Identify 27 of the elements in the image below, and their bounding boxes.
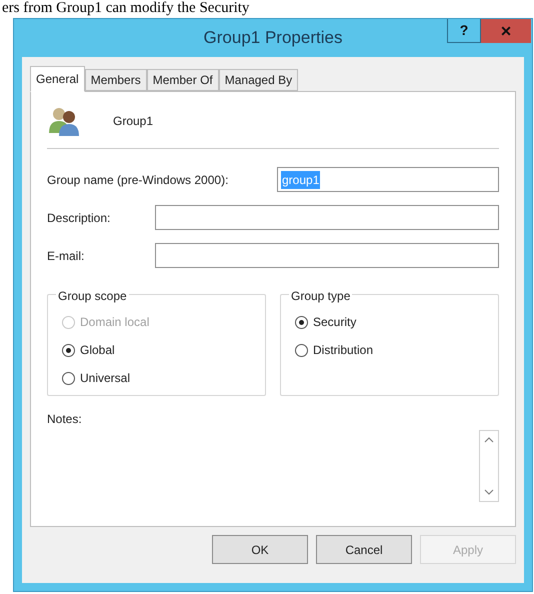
radio-button[interactable] xyxy=(62,344,75,356)
field-label: E-mail: xyxy=(47,248,84,264)
field-label: Group name (pre-Windows 2000): xyxy=(47,172,228,188)
radio-button[interactable] xyxy=(62,372,75,384)
tab[interactable]: General xyxy=(30,66,85,92)
radio-label: Global xyxy=(80,342,115,359)
text-field[interactable] xyxy=(155,243,499,268)
tab[interactable]: Managed By xyxy=(218,69,298,91)
group-name-heading: Group1 xyxy=(113,113,154,130)
users-icon xyxy=(47,105,81,137)
radio-button[interactable] xyxy=(295,344,308,356)
text-field[interactable] xyxy=(155,205,499,230)
field-value: group1 xyxy=(281,170,320,188)
window-title: Group1 Properties xyxy=(204,27,342,50)
radio-button[interactable] xyxy=(295,316,308,328)
dialog-button[interactable]: Cancel xyxy=(316,535,412,564)
notes-label: Notes: xyxy=(47,411,83,428)
dialog-button[interactable]: OK xyxy=(212,535,308,564)
field-label: Description: xyxy=(47,210,110,226)
page-text: ers from Group1 can modify the Security xyxy=(1,0,250,17)
tab[interactable]: Member Of xyxy=(146,69,219,91)
radio-label: Domain local xyxy=(80,314,150,331)
tab[interactable]: Members xyxy=(84,69,147,91)
radio-label: Universal xyxy=(80,370,130,387)
radio-label: Distribution xyxy=(313,342,374,359)
close-button[interactable]: × xyxy=(481,19,531,43)
radio-label: Security xyxy=(313,314,356,331)
